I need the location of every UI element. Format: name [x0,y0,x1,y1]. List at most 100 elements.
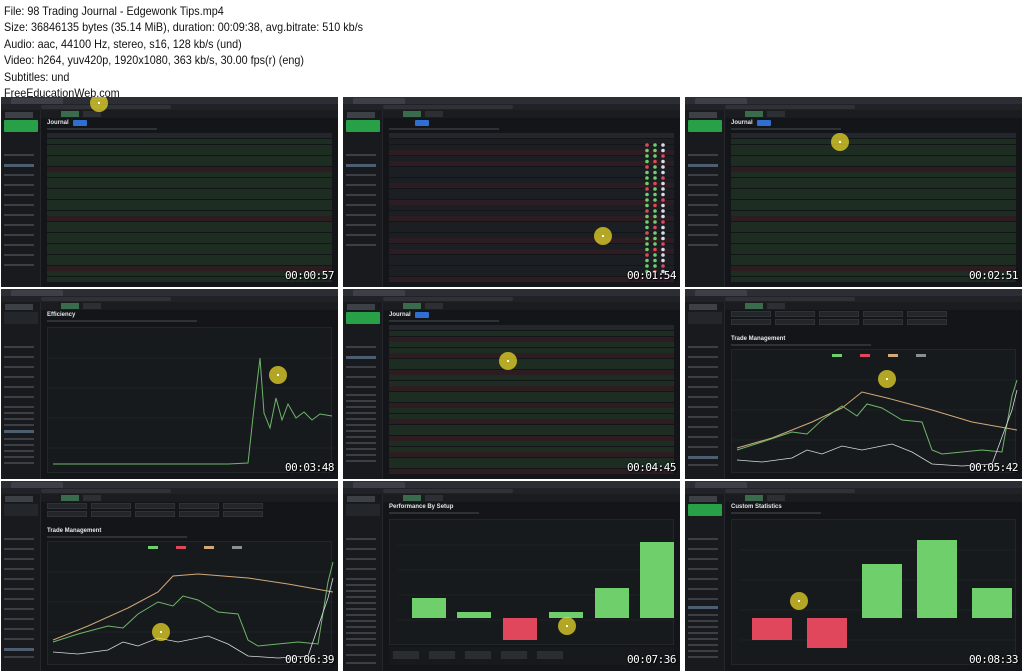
table-row[interactable] [389,172,674,177]
table-row[interactable] [389,177,674,183]
table-row[interactable] [389,139,674,144]
table-row[interactable] [389,144,674,150]
click-highlight-icon [790,592,808,610]
table-row[interactable] [389,194,674,199]
table-row[interactable] [731,194,1016,199]
table-row[interactable] [731,183,1016,188]
rating-dot [645,203,649,208]
table-row[interactable] [731,172,1016,177]
table-row[interactable] [389,188,674,194]
table-row[interactable] [47,205,332,210]
table-row[interactable] [731,155,1016,161]
table-row[interactable] [389,331,674,336]
table-row[interactable] [389,216,674,221]
table-row[interactable] [731,199,1016,205]
table-header [47,133,332,138]
table-row[interactable] [731,254,1016,260]
table-row[interactable] [389,183,674,188]
table-row[interactable] [731,238,1016,243]
table-row[interactable] [47,243,332,249]
table-row[interactable] [731,243,1016,249]
table-row[interactable] [47,155,332,161]
table-row[interactable] [389,342,674,347]
table-row[interactable] [731,249,1016,254]
table-row[interactable] [47,194,332,199]
table-row[interactable] [731,166,1016,172]
table-row[interactable] [731,205,1016,210]
table-row[interactable] [47,177,332,183]
table-row[interactable] [731,150,1016,155]
table-row[interactable] [47,249,332,254]
table-row[interactable] [731,188,1016,194]
rating-dot [653,209,657,213]
table-row[interactable] [389,435,674,441]
table-row[interactable] [389,232,674,238]
table-row[interactable] [389,227,674,232]
table-row[interactable] [47,221,332,227]
table-row[interactable] [389,260,674,265]
table-row[interactable] [731,227,1016,232]
table-row[interactable] [389,386,674,391]
rating-dot [653,176,657,180]
table-row[interactable] [389,155,674,161]
table-row[interactable] [731,221,1016,227]
table-row[interactable] [389,375,674,380]
table-row[interactable] [389,391,674,397]
table-row[interactable] [389,413,674,419]
table-row[interactable] [389,446,674,452]
table-row[interactable] [389,243,674,249]
table-row[interactable] [47,139,332,144]
table-row[interactable] [47,254,332,260]
table-row[interactable] [47,144,332,150]
table-row[interactable] [389,408,674,413]
table-row[interactable] [389,353,674,358]
table-row[interactable] [47,183,332,188]
table-row[interactable] [389,380,674,386]
table-row[interactable] [389,210,674,216]
table-row[interactable] [47,188,332,194]
table-row[interactable] [389,205,674,210]
table-row[interactable] [731,161,1016,166]
table-header [731,133,1016,138]
table-row[interactable] [47,232,332,238]
page-title: Trade Management [47,528,102,534]
table-row[interactable] [731,232,1016,238]
table-row[interactable] [731,177,1016,183]
table-row[interactable] [389,397,674,402]
table-row[interactable] [47,150,332,155]
table-row[interactable] [389,358,674,364]
table-row[interactable] [389,221,674,227]
table-row[interactable] [731,210,1016,216]
table-row[interactable] [389,238,674,243]
table-row[interactable] [47,210,332,216]
table-row[interactable] [389,254,674,260]
table-row[interactable] [47,161,332,166]
table-row[interactable] [47,227,332,232]
table-row[interactable] [389,424,674,430]
table-row[interactable] [389,161,674,166]
table-row[interactable] [47,199,332,205]
table-row[interactable] [47,172,332,177]
table-row[interactable] [731,139,1016,144]
rating-dot [661,143,665,147]
table-row[interactable] [47,216,332,221]
table-row[interactable] [731,216,1016,221]
table-row[interactable] [47,260,332,265]
table-row[interactable] [389,347,674,353]
table-row[interactable] [389,402,674,408]
table-row[interactable] [389,452,674,457]
table-row[interactable] [731,144,1016,150]
table-row[interactable] [389,419,674,424]
table-row[interactable] [389,249,674,254]
table-row[interactable] [389,199,674,205]
table-row[interactable] [389,369,674,375]
table-row[interactable] [389,441,674,446]
table-row[interactable] [389,166,674,172]
table-row[interactable] [389,364,674,369]
table-row[interactable] [47,238,332,243]
table-row[interactable] [389,430,674,435]
table-row[interactable] [389,336,674,342]
table-row[interactable] [47,166,332,172]
table-row[interactable] [731,260,1016,265]
table-row[interactable] [389,150,674,155]
